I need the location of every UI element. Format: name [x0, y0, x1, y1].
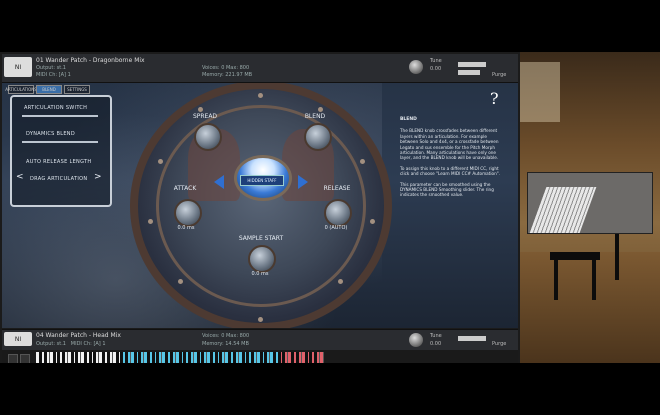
sample-start-label: SAMPLE START: [238, 235, 284, 242]
output-value[interactable]: st.1: [57, 65, 66, 71]
chair-leg: [592, 260, 596, 300]
letterbox-top: [0, 0, 660, 52]
instrument-gui: ARTICULATIONS BLEND SETTINGS ARTICULATIO…: [2, 83, 518, 328]
chair-leg: [615, 230, 619, 280]
blend-label: BLEND: [304, 113, 326, 120]
output-label: Output: st.1: [36, 65, 66, 71]
voices-label: Voices: 0 Max: 800: [202, 333, 250, 339]
attack-label: ATTACK: [173, 185, 197, 192]
rivet: [258, 317, 263, 322]
info-panel: BLEND The BLEND knob crossfades between …: [400, 117, 500, 203]
right-arrow-icon[interactable]: [298, 175, 308, 189]
sample-start-value: 0.0 ms: [251, 271, 269, 277]
tune-value: 0.00: [430, 341, 442, 347]
keyboard-camera-inset: [527, 172, 653, 234]
articulation-panel: ARTICULATION SWITCH DYNAMICS BLEND AUTO …: [10, 95, 112, 207]
instrument-title[interactable]: 04 Wander Patch - Head Mix: [36, 332, 121, 339]
instrument-header-2: NI 04 Wander Patch - Head Mix Output: st…: [2, 329, 518, 350]
release-label: RELEASE: [323, 185, 351, 192]
instrument-title[interactable]: 01 Wander Patch - Dragonborne Mix: [36, 57, 145, 64]
left-arrow-icon[interactable]: [214, 175, 224, 189]
memory-label: Memory: 221.97 MB: [202, 72, 253, 78]
tune-value: 0.00: [430, 66, 442, 72]
rivet: [318, 107, 323, 112]
dynamics-blend-label: DYNAMICS BLEND: [26, 131, 75, 137]
tab-blend[interactable]: BLEND: [36, 85, 62, 94]
prev-arrow-icon[interactable]: <: [16, 172, 24, 182]
voices-label: Voices: 0 Max: 800: [202, 65, 250, 71]
attack-value: 0.0 ms: [177, 225, 195, 231]
articulation-switch-slider[interactable]: [22, 115, 98, 117]
rivet: [338, 279, 343, 284]
keyboard-closeup: [529, 187, 597, 233]
shield-panel: SPREAD BLEND HIDDEN STAFF ATTACK 0.0 ms …: [130, 83, 392, 328]
rivet: [158, 159, 163, 164]
purge-button[interactable]: Purge: [492, 72, 506, 78]
rivet: [370, 219, 375, 224]
tune-label: Tune: [430, 58, 442, 64]
release-knob[interactable]: [324, 199, 352, 227]
level-meter: [458, 70, 480, 75]
midi-label: MIDI Ch: [A] 1: [36, 72, 71, 78]
tab-articulations[interactable]: ARTICULATIONS: [5, 85, 37, 94]
tune-label: Tune: [430, 333, 442, 339]
info-paragraph: To assign this knob to a different MIDI …: [400, 165, 500, 177]
dynamics-blend-slider[interactable]: [22, 141, 98, 143]
info-title: BLEND: [400, 117, 417, 122]
chair-leg: [554, 260, 558, 300]
release-value: 0 (AUTO): [324, 225, 348, 231]
instrument-logo[interactable]: NI: [4, 332, 32, 346]
tab-settings[interactable]: SETTINGS: [64, 85, 90, 94]
level-meter: [458, 62, 486, 67]
rivet: [148, 219, 153, 224]
info-paragraph: This parameter can be smoothed using the…: [400, 181, 494, 198]
hidden-staff-button[interactable]: HIDDEN STAFF: [240, 175, 284, 186]
chair: [550, 252, 600, 260]
instrument-header: NI 01 Wander Patch - Dragonborne Mix Out…: [2, 54, 518, 83]
auto-release-label[interactable]: AUTO RELEASE LENGTH: [26, 159, 91, 165]
memory-label: Memory: 14.54 MB: [202, 341, 249, 347]
midi-value[interactable]: [A] 1: [59, 72, 71, 78]
rivet: [258, 93, 263, 98]
rivet: [198, 107, 203, 112]
drag-articulation-label[interactable]: DRAG ARTICULATION: [30, 176, 87, 182]
blend-knob[interactable]: [304, 123, 332, 151]
letterbox-bottom: [0, 363, 660, 415]
sample-start-knob[interactable]: [248, 245, 276, 273]
studio-floor: [520, 252, 660, 363]
attack-knob[interactable]: [174, 199, 202, 227]
info-paragraph: The BLEND knob crossfades between differ…: [400, 128, 499, 161]
studio-window: [520, 62, 560, 122]
articulation-switch-label: ARTICULATION SWITCH: [24, 105, 88, 111]
output-label: Output: st.1 MIDI Ch: [A] 1: [36, 341, 106, 347]
purge-button[interactable]: Purge: [492, 341, 506, 347]
rivet: [360, 159, 365, 164]
kontakt-window: NI 01 Wander Patch - Dragonborne Mix Out…: [0, 52, 520, 380]
tune-knob[interactable]: [409, 60, 423, 74]
instrument-logo[interactable]: NI: [4, 57, 32, 77]
rivet: [178, 279, 183, 284]
level-meter: [458, 336, 486, 341]
tune-knob[interactable]: [409, 333, 423, 347]
next-arrow-icon[interactable]: >: [94, 172, 102, 182]
help-icon[interactable]: ?: [490, 89, 499, 108]
spread-label: SPREAD: [192, 113, 218, 120]
spread-knob[interactable]: [194, 123, 222, 151]
camera-view: [520, 52, 660, 363]
